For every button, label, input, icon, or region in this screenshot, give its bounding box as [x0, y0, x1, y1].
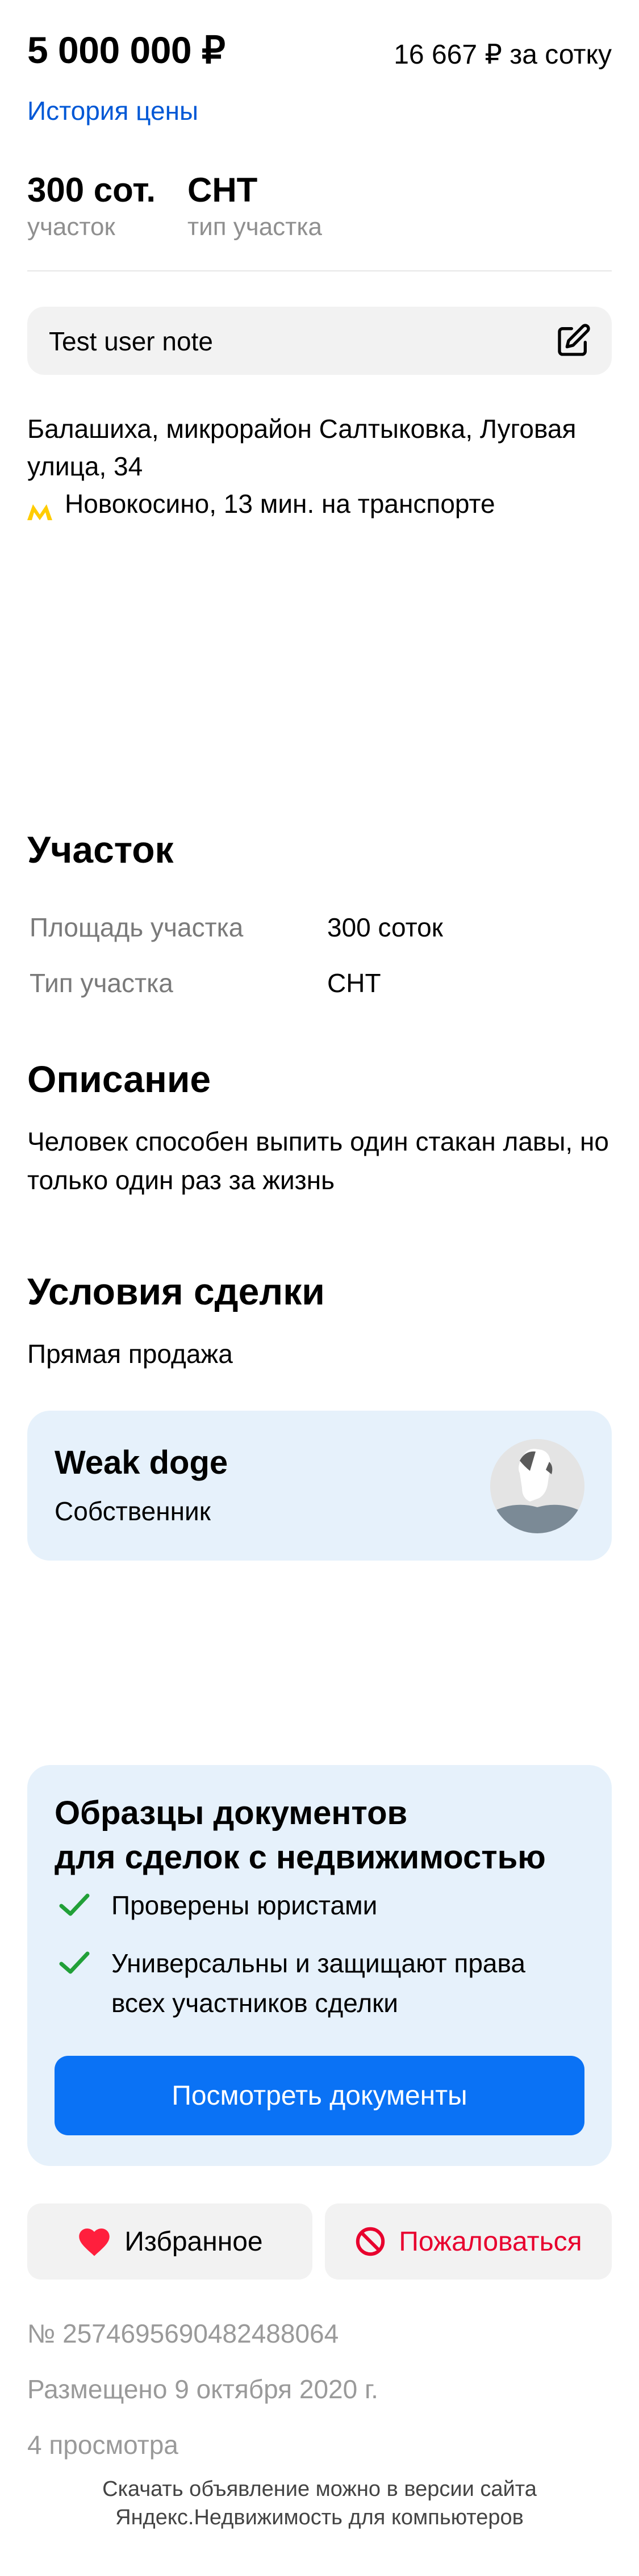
param-type-value: СНТ [187, 171, 258, 209]
owner-name: Weak doge [55, 1444, 228, 1481]
price-history-link[interactable]: История цены [27, 95, 198, 126]
address: Балашиха, микрорайон Салтыковка, Луговая… [27, 414, 577, 481]
metro-icon [27, 497, 52, 520]
documents-item: Универсальны и защищают права всех участ… [111, 1948, 526, 2018]
user-note[interactable]: Test user note [27, 307, 612, 375]
plot-area-label: Площадь участка [30, 913, 244, 942]
avatar [490, 1439, 584, 1533]
price: 5 000 000 ₽ [27, 29, 225, 71]
metro-station[interactable]: Новокосино, 13 мин. на транспорте [27, 488, 495, 520]
owner-role: Собственник [55, 1496, 211, 1526]
heart-icon [77, 2226, 112, 2257]
price-per-unit: 16 667 ₽ за сотку [394, 40, 612, 70]
desktop-version-line2[interactable]: Яндекс.Недвижимость для компьютеров [0, 2503, 639, 2532]
plot-type-label: Тип участка [30, 968, 173, 998]
documents-title-line1: Образцы документов [55, 1795, 408, 1831]
owner-card[interactable]: Weak doge Собственник [27, 1411, 612, 1561]
check-icon [59, 1951, 90, 1975]
divider [27, 270, 612, 271]
param-type-label: тип участка [187, 213, 323, 241]
plot-area-value: 300 соток [327, 913, 443, 942]
metro-text: Новокосино, 13 мин. на транспорте [65, 489, 495, 518]
param-type: СНТ тип участка [187, 170, 322, 241]
edit-icon[interactable] [555, 323, 591, 359]
favorite-button[interactable]: Избранное [27, 2203, 312, 2280]
complain-label: Пожаловаться [399, 2226, 582, 2257]
param-area-value: 300 сот. [27, 171, 156, 209]
documents-card: Образцы документов для сделок с недвижим… [27, 1765, 612, 2166]
view-documents-button[interactable]: Посмотреть документы [55, 2056, 584, 2135]
documents-item: Проверены юристами [111, 1891, 378, 1920]
published-date: Размещено 9 октября 2020 г. [27, 2374, 378, 2404]
plot-title: Участок [27, 829, 174, 871]
desktop-version-line1: Скачать объявление можно в версии сайта [102, 2477, 537, 2501]
offer-id: № 2574695690482488064 [27, 2319, 339, 2348]
check-icon [59, 1893, 90, 1917]
favorite-label: Избранное [124, 2226, 263, 2257]
user-note-text: Test user note [49, 327, 213, 356]
description-text: Человек способен выпить один стакан лавы… [27, 1127, 609, 1195]
complain-button[interactable]: Пожаловаться [325, 2203, 612, 2280]
deal-title: Условия сделки [27, 1270, 325, 1312]
param-area: 300 сот. участок [27, 170, 156, 241]
documents-title-line2: для сделок с недвижимостью [55, 1839, 546, 1876]
desktop-version-note: Скачать объявление можно в версии сайта … [0, 2475, 639, 2532]
plot-type-value: СНТ [327, 968, 381, 998]
block-icon [354, 2226, 386, 2257]
description-title: Описание [27, 1058, 211, 1100]
param-area-label: участок [27, 213, 115, 241]
deal-text: Прямая продажа [27, 1339, 233, 1369]
views-count: 4 просмотра [27, 2430, 178, 2460]
documents-title: Образцы документов для сделок с недвижим… [55, 1791, 546, 1880]
